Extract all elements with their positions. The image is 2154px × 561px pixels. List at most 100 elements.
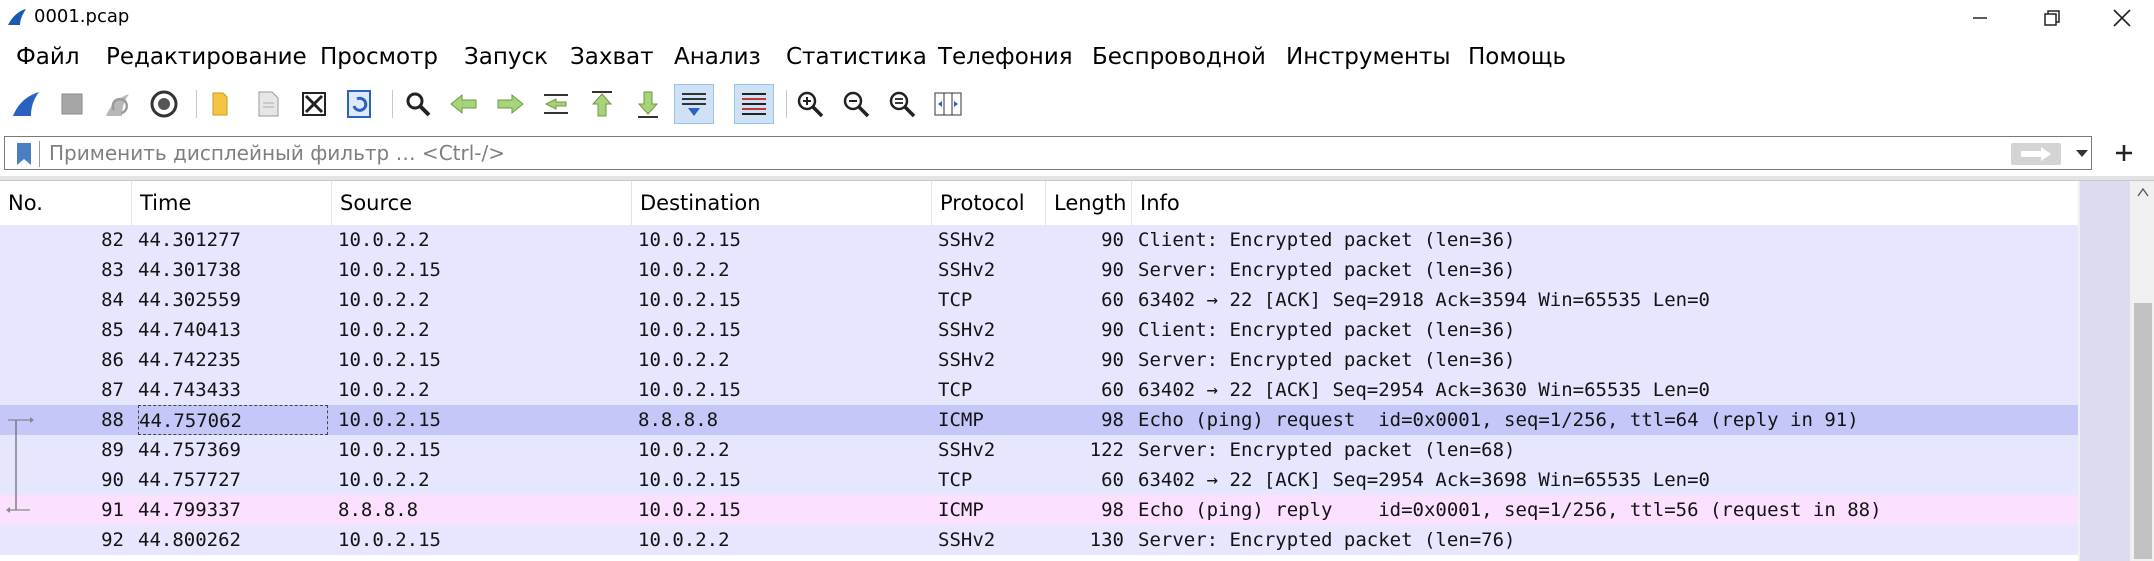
menu-analyze[interactable]: Анализ bbox=[674, 44, 761, 70]
vertical-scroll-thumb[interactable] bbox=[2134, 303, 2152, 559]
packet-row[interactable]: 91 44.799337 8.8.8.8 10.0.2.15 ICMP 98 Echo (p… bbox=[0, 495, 2078, 525]
go-forward-button[interactable] bbox=[490, 84, 530, 124]
menu-tools[interactable]: Инструменты bbox=[1286, 44, 1451, 70]
packet-row[interactable]: 82 44.301277 10.0.2.2 10.0.2.15 SSHv2 90 Clien… bbox=[0, 225, 2078, 255]
packet-cell-source: 10.0.2.2 bbox=[338, 229, 430, 251]
minimize-button[interactable] bbox=[1948, 0, 2012, 36]
packet-cell-time: 44.800262 bbox=[138, 529, 241, 551]
display-filter-input[interactable] bbox=[49, 141, 1949, 165]
autoscroll-toggle[interactable] bbox=[674, 84, 714, 124]
packet-row[interactable]: 87 44.743433 10.0.2.2 10.0.2.15 TCP 60 63402 →… bbox=[0, 375, 2078, 405]
packet-row[interactable]: 83 44.301738 10.0.2.15 10.0.2.2 SSHv2 90 Serve… bbox=[0, 255, 2078, 285]
restore-icon bbox=[2044, 10, 2060, 26]
packet-row[interactable]: 89 44.757369 10.0.2.15 10.0.2.2 SSHv2 122 Serv… bbox=[0, 435, 2078, 465]
go-to-last-packet-button[interactable] bbox=[628, 84, 668, 124]
menu-go[interactable]: Запуск bbox=[464, 44, 548, 70]
go-to-packet-button[interactable] bbox=[536, 84, 576, 124]
menu-help[interactable]: Помощь bbox=[1468, 44, 1566, 70]
packet-cell-protocol: TCP bbox=[938, 289, 973, 311]
packet-cell-length: 98 bbox=[1101, 409, 1124, 431]
go-back-button[interactable] bbox=[444, 84, 484, 124]
packet-cell-length: 90 bbox=[1101, 229, 1124, 251]
packet-cell-info: 63402 → 22 [ACK] Seq=2954 Ack=3630 Win=6… bbox=[1138, 379, 1710, 401]
menu-statistics[interactable]: Статистика bbox=[786, 44, 927, 70]
add-filter-button-plus[interactable] bbox=[2104, 136, 2144, 170]
packet-cell-protocol: SSHv2 bbox=[938, 349, 996, 371]
zoom-out-button[interactable] bbox=[836, 84, 876, 124]
title-bar: 0001.pcap bbox=[0, 0, 2154, 36]
column-header-source[interactable]: Source bbox=[332, 181, 632, 225]
column-header-protocol[interactable]: Protocol bbox=[932, 181, 1046, 225]
menu-wireless[interactable]: Беспроводной bbox=[1092, 44, 1266, 70]
zoom-out-icon bbox=[843, 91, 870, 118]
restart-capture-icon bbox=[106, 94, 129, 116]
scroll-up-arrow-icon[interactable] bbox=[2137, 187, 2149, 197]
close-window-button[interactable] bbox=[2090, 0, 2154, 36]
filter-bookmark-button[interactable] bbox=[9, 141, 40, 167]
menu-edit[interactable]: Редактирование bbox=[106, 44, 307, 70]
packet-row[interactable]: 90 44.757727 10.0.2.2 10.0.2.15 TCP 60 63402 →… bbox=[0, 465, 2078, 495]
go-to-first-packet-button[interactable] bbox=[582, 84, 622, 124]
packet-cell-no: 92 bbox=[101, 529, 124, 551]
packet-row[interactable]: 85 44.740413 10.0.2.2 10.0.2.15 SSHv2 90 Clien… bbox=[0, 315, 2078, 345]
zoom-normal-button[interactable] bbox=[882, 84, 922, 124]
open-file-button[interactable] bbox=[202, 84, 242, 124]
packet-cell-length: 90 bbox=[1101, 259, 1124, 281]
go-back-arrow-icon bbox=[450, 93, 477, 115]
display-filter-box bbox=[4, 136, 2092, 170]
stop-capture-button[interactable] bbox=[52, 84, 92, 124]
filter-history-dropdown[interactable] bbox=[2071, 141, 2093, 167]
apply-filter-button[interactable] bbox=[2011, 143, 2061, 165]
packet-cell-destination: 10.0.2.2 bbox=[638, 349, 730, 371]
close-file-button[interactable] bbox=[294, 84, 334, 124]
packet-cell-length: 98 bbox=[1101, 499, 1124, 521]
packet-cell-no: 87 bbox=[101, 379, 124, 401]
packet-cell-protocol: SSHv2 bbox=[938, 259, 996, 281]
go-to-packet-icon bbox=[544, 94, 568, 114]
packet-row[interactable]: 86 44.742235 10.0.2.15 10.0.2.2 SSHv2 90 Serve… bbox=[0, 345, 2078, 375]
capture-options-button[interactable] bbox=[144, 84, 184, 124]
menu-telephony[interactable]: Телефония bbox=[938, 44, 1073, 70]
packet-row[interactable]: 88 44.757062 10.0.2.15 8.8.8.8 ICMP 98 Echo (p… bbox=[0, 405, 2078, 435]
find-packet-button[interactable] bbox=[398, 84, 438, 124]
main-toolbar bbox=[0, 80, 2154, 128]
packet-cell-destination: 10.0.2.2 bbox=[638, 439, 730, 461]
save-file-button[interactable] bbox=[248, 84, 288, 124]
packet-cell-destination: 10.0.2.2 bbox=[638, 259, 730, 281]
packet-cell-protocol: SSHv2 bbox=[938, 319, 996, 341]
window-title: 0001.pcap bbox=[34, 6, 130, 27]
minimap-scrollbar[interactable] bbox=[2078, 181, 2132, 561]
zoom-in-button[interactable] bbox=[790, 84, 830, 124]
reload-file-button[interactable] bbox=[340, 84, 380, 124]
shark-fin-start-icon bbox=[13, 92, 39, 116]
colorize-toggle[interactable] bbox=[734, 84, 774, 124]
menu-capture[interactable]: Захват bbox=[570, 44, 654, 70]
packet-cell-source: 10.0.2.2 bbox=[338, 319, 430, 341]
autoscroll-icon bbox=[682, 93, 706, 116]
packet-cell-no: 89 bbox=[101, 439, 124, 461]
wireshark-fin-icon bbox=[8, 9, 26, 25]
packet-cell-source: 10.0.2.2 bbox=[338, 379, 430, 401]
column-header-length[interactable]: Length bbox=[1046, 181, 1132, 225]
resize-columns-button[interactable] bbox=[928, 84, 968, 124]
packet-row[interactable]: 92 44.800262 10.0.2.15 10.0.2.2 SSHv2 130 Serv… bbox=[0, 525, 2078, 555]
menu-bar: Файл Редактирование Просмотр Запуск Захв… bbox=[0, 40, 2154, 76]
column-header-time[interactable]: Time bbox=[132, 181, 332, 225]
menu-file[interactable]: Файл bbox=[16, 44, 80, 70]
column-header-destination[interactable]: Destination bbox=[632, 181, 932, 225]
column-header-info[interactable]: Info bbox=[1132, 181, 2078, 225]
restore-button[interactable] bbox=[2020, 0, 2084, 36]
packet-list-pane: No. Time Source Destination Protocol Len… bbox=[0, 180, 2154, 561]
start-capture-button[interactable] bbox=[6, 84, 46, 124]
column-header-no[interactable]: No. bbox=[0, 181, 132, 225]
packet-cell-destination: 10.0.2.15 bbox=[638, 229, 741, 251]
menu-view[interactable]: Просмотр bbox=[320, 44, 438, 70]
packet-minimap bbox=[2080, 181, 2130, 561]
restart-capture-button[interactable] bbox=[98, 84, 138, 124]
packet-cell-destination: 10.0.2.15 bbox=[638, 469, 741, 491]
packet-cell-info: Echo (ping) request id=0x0001, seq=1/256… bbox=[1138, 409, 1859, 431]
packet-row[interactable]: 84 44.302559 10.0.2.2 10.0.2.15 TCP 60 63402 →… bbox=[0, 285, 2078, 315]
minimize-icon bbox=[1973, 17, 1987, 19]
packet-cell-length: 60 bbox=[1101, 469, 1124, 491]
go-forward-arrow-icon bbox=[497, 93, 524, 115]
